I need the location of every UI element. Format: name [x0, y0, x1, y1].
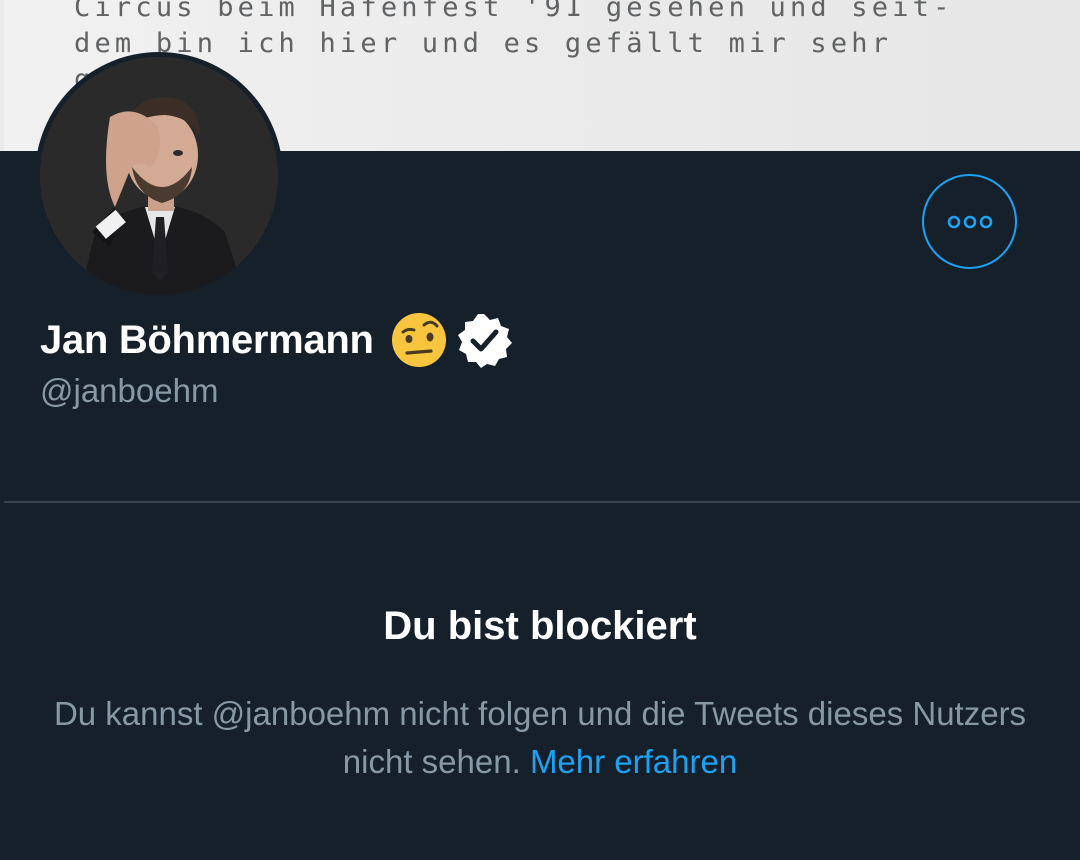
avatar[interactable] — [35, 52, 283, 300]
banner-text-line: Circus beim Hafenfest '91 gesehen und se… — [74, 0, 954, 23]
learn-more-link[interactable]: Mehr erfahren — [530, 743, 737, 780]
avatar-photo — [40, 57, 278, 295]
blocked-message: Du kannst @janboehm nicht folgen und die… — [40, 690, 1040, 786]
profile-handle: @janboehm — [40, 372, 219, 409]
blocked-title: Du bist blockiert — [383, 604, 697, 648]
divider — [4, 501, 1080, 503]
raised-eyebrow-emoji-icon — [391, 313, 446, 367]
more-options-button[interactable] — [922, 174, 1017, 269]
profile-name: Jan Böhmermann — [40, 317, 374, 362]
banner-text-line: dem bin ich hier und es gefällt mir sehr — [74, 28, 893, 59]
verified-badge-icon — [457, 314, 512, 368]
more-dots-icon — [947, 215, 992, 228]
profile-name-row: Jan Böhmermann — [40, 312, 512, 368]
